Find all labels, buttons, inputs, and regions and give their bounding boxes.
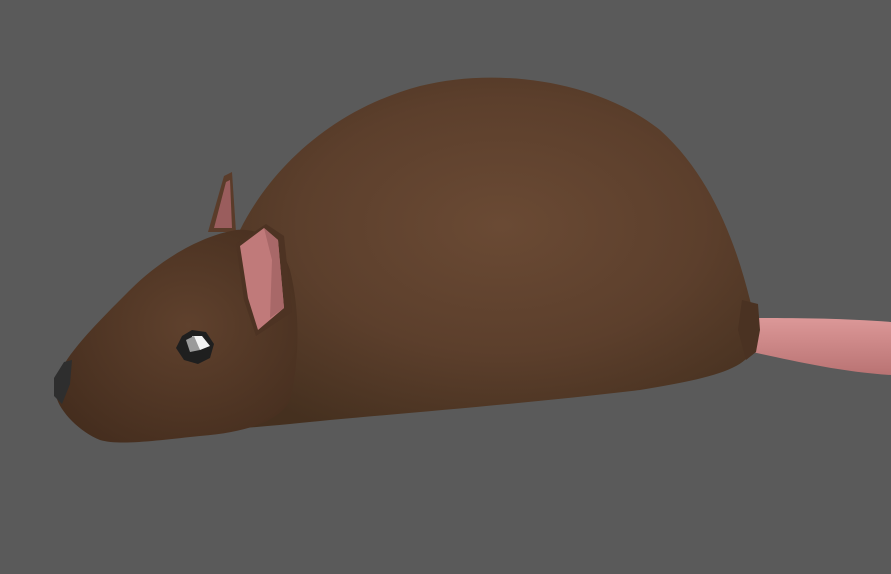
3d-viewport[interactable] bbox=[0, 0, 891, 574]
mouse-model-render bbox=[0, 0, 891, 574]
